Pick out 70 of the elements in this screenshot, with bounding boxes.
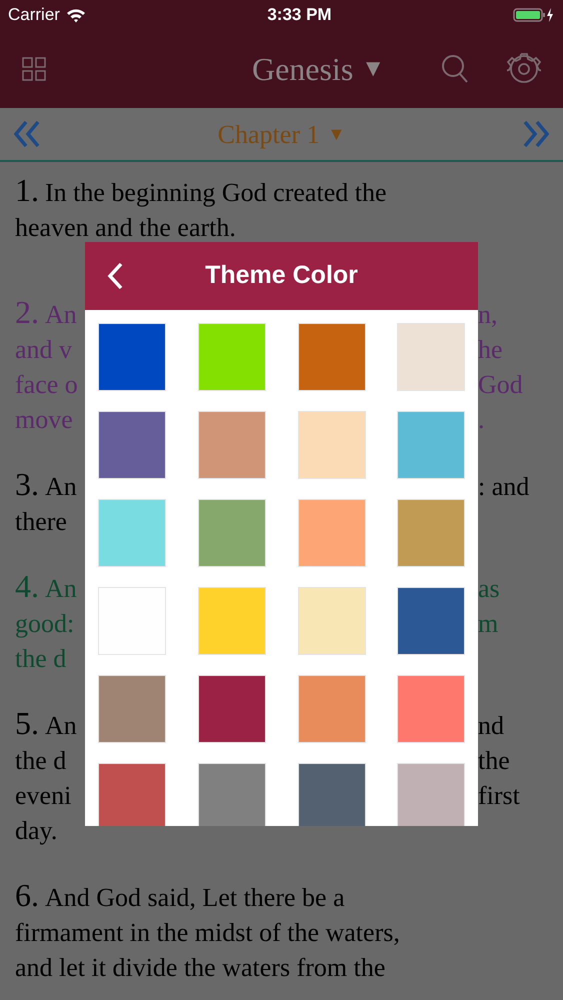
grid-icon[interactable] [22, 57, 46, 81]
color-swatch[interactable] [198, 323, 266, 391]
verse-text: and let it divide the waters from the [15, 952, 386, 984]
verse-text: nd [478, 710, 504, 742]
verse-text: move [15, 404, 73, 436]
back-icon[interactable] [107, 262, 123, 290]
color-swatch[interactable] [298, 675, 366, 743]
color-swatch[interactable] [98, 675, 166, 743]
verse-text: God [478, 369, 523, 401]
verse-text: firmament in the midst of the waters, [15, 917, 400, 949]
color-swatch[interactable] [397, 411, 466, 479]
verse-number: 2. [15, 295, 39, 330]
verse-number: 6. [15, 878, 39, 913]
verse-number: 5. [15, 706, 39, 741]
verse-text: An [45, 710, 77, 742]
verse-number: 1. [15, 173, 39, 208]
verse-text: as [478, 573, 500, 605]
color-swatch[interactable] [397, 763, 466, 826]
color-swatch[interactable] [397, 675, 466, 743]
double-chevron-right-icon[interactable] [522, 120, 549, 148]
color-swatch[interactable] [198, 675, 266, 743]
verse-text: the d [15, 745, 66, 777]
verse-text: there [15, 506, 67, 538]
color-swatch[interactable] [298, 499, 366, 567]
color-swatch[interactable] [298, 323, 366, 391]
wifi-icon [66, 8, 86, 22]
verse-text: good: [15, 608, 74, 640]
verse-number: 4. [15, 569, 39, 604]
verse-text: he [478, 334, 503, 366]
verse-text: An [45, 299, 77, 331]
color-swatch[interactable] [198, 499, 266, 567]
verse-text: face o [15, 369, 78, 401]
color-swatch[interactable] [298, 763, 366, 826]
color-swatch[interactable] [98, 587, 166, 655]
settings-icon[interactable] [506, 52, 541, 86]
color-swatch[interactable] [298, 587, 366, 655]
color-swatch[interactable] [397, 499, 466, 567]
carrier-label: Carrier [8, 4, 60, 26]
color-swatch[interactable] [198, 763, 266, 826]
verse-text: . [478, 404, 484, 436]
verse-number: 3. [15, 467, 39, 502]
color-swatch[interactable] [98, 411, 166, 479]
color-swatch[interactable] [98, 763, 166, 826]
book-title-button[interactable]: Genesis ▼ [252, 45, 386, 93]
verse-text: m [478, 608, 498, 640]
dialog-title: Theme Color [204, 260, 359, 292]
color-swatch[interactable] [397, 587, 466, 655]
color-swatch[interactable] [98, 499, 166, 567]
verse-text: and v [15, 334, 72, 366]
verse-text: eveni [15, 780, 72, 812]
verse-text: the [478, 745, 510, 777]
verse-text: n, [478, 299, 498, 331]
search-icon[interactable] [440, 54, 469, 84]
verse-text: And God said, Let there be a [45, 882, 345, 914]
battery-icon [512, 7, 555, 23]
verse-text: first [478, 780, 520, 812]
verse-text: An [45, 471, 77, 503]
verse-text: heaven and the earth. [15, 212, 236, 244]
color-swatch[interactable] [198, 411, 266, 479]
color-swatch[interactable] [298, 411, 366, 479]
clock-time: 3:33 PM [267, 4, 332, 26]
verse-text: the d [15, 643, 66, 675]
color-swatch[interactable] [198, 587, 266, 655]
verse-text: An [45, 573, 77, 605]
color-swatch[interactable] [397, 323, 466, 391]
double-chevron-left-icon[interactable] [14, 120, 40, 148]
verse-text: In the beginning God created the [45, 177, 386, 209]
verse-text: : and [478, 471, 530, 503]
color-swatch[interactable] [98, 323, 166, 391]
verse-text: day. [15, 815, 58, 847]
